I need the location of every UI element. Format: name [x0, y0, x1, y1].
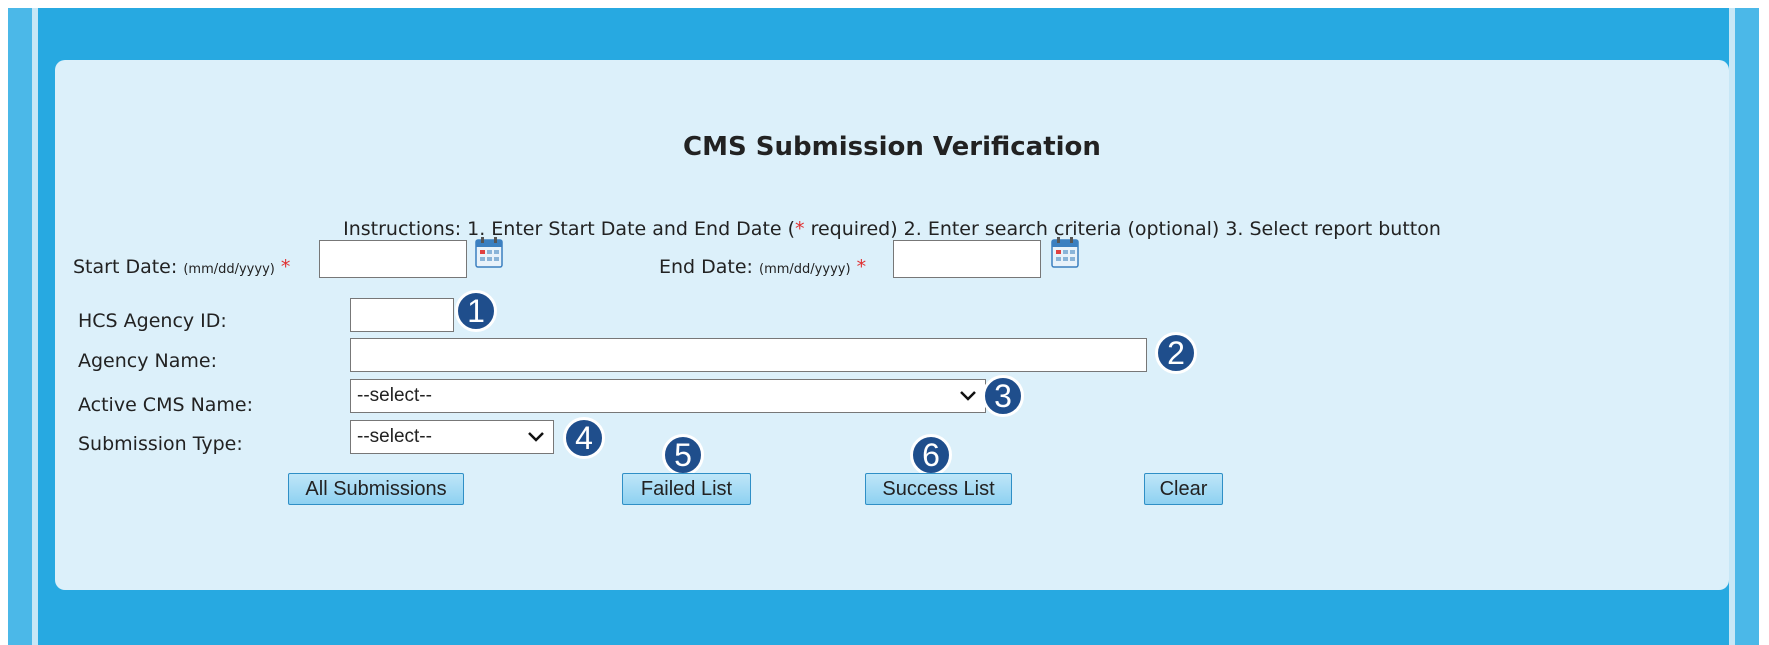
instructions-text-1: Instructions: 1. Enter Start Date and En…: [343, 218, 796, 240]
submission-type-value: --select--: [357, 426, 432, 447]
start-date-required: *: [280, 256, 291, 278]
callout-badge-6: 6: [910, 434, 952, 476]
callout-badge-2: 2: [1155, 332, 1197, 374]
form-panel: CMS Submission Verification Instructions…: [55, 60, 1729, 590]
callout-badge-1: 1: [455, 290, 497, 332]
callout-badge-4: 4: [563, 417, 605, 459]
clear-button[interactable]: Clear: [1144, 473, 1223, 505]
agency-name-input[interactable]: [350, 338, 1147, 372]
callout-badge-5: 5: [662, 434, 704, 476]
end-date-label-text: End Date:: [659, 256, 753, 278]
right-border: [1735, 8, 1759, 645]
chevron-down-icon: [528, 432, 544, 442]
end-date-input[interactable]: [893, 240, 1041, 278]
failed-list-button[interactable]: Failed List: [622, 473, 751, 505]
required-asterisk: *: [795, 218, 805, 240]
submission-type-label: Submission Type:: [78, 433, 243, 455]
left-border: [8, 8, 32, 645]
start-date-input[interactable]: [319, 240, 467, 278]
end-date-required: *: [856, 256, 867, 278]
submission-type-select[interactable]: --select--: [350, 420, 554, 454]
hcs-agency-id-label: HCS Agency ID:: [78, 310, 227, 332]
start-date-label: Start Date: (mm/dd/yyyy) *: [73, 256, 290, 278]
callout-badge-3: 3: [982, 375, 1024, 417]
active-cms-name-select[interactable]: --select--: [350, 379, 986, 413]
end-date-label: End Date: (mm/dd/yyyy) *: [659, 256, 866, 278]
page-title: CMS Submission Verification: [683, 132, 1101, 162]
active-cms-name-value: --select--: [357, 385, 432, 406]
all-submissions-button[interactable]: All Submissions: [288, 473, 464, 505]
right-border-highlight: [1729, 8, 1735, 645]
calendar-icon[interactable]: [1051, 236, 1079, 268]
start-date-format: (mm/dd/yyyy): [183, 262, 275, 277]
instructions-text-2: required) 2. Enter search criteria (opti…: [804, 218, 1441, 240]
hcs-agency-id-input[interactable]: [350, 298, 454, 332]
end-date-format: (mm/dd/yyyy): [759, 262, 851, 277]
active-cms-name-label: Active CMS Name:: [78, 394, 254, 416]
calendar-icon[interactable]: [475, 236, 503, 268]
left-border-highlight: [32, 8, 38, 645]
success-list-button[interactable]: Success List: [865, 473, 1012, 505]
instructions: Instructions: 1. Enter Start Date and En…: [55, 218, 1729, 240]
chevron-down-icon: [960, 391, 976, 401]
start-date-label-text: Start Date:: [73, 256, 178, 278]
agency-name-label: Agency Name:: [78, 350, 217, 372]
